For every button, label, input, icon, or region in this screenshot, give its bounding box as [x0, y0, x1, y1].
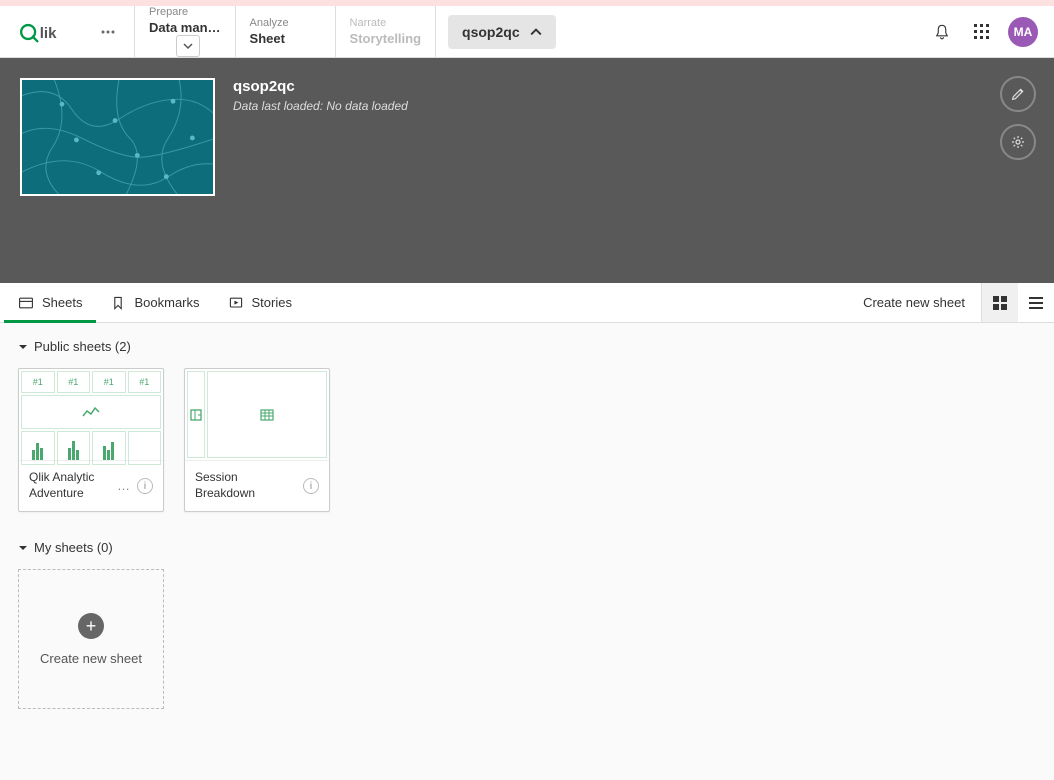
sheet-title: Session Breakdown	[195, 470, 297, 501]
qlik-logo-svg: lik	[20, 20, 78, 44]
app-settings-button[interactable]	[1000, 124, 1036, 160]
caret-down-icon	[18, 543, 28, 553]
kpi-tile: #1	[92, 371, 126, 393]
nav-analyze-sup: Analyze	[250, 17, 321, 29]
app-title: qsop2qc	[233, 78, 408, 95]
app-header: qsop2qc Data last loaded: No data loaded	[0, 58, 1054, 283]
qlik-logo[interactable]: lik	[0, 6, 90, 57]
public-sheets-section-header[interactable]: Public sheets (2)	[18, 339, 1036, 354]
app-dropdown-button[interactable]: qsop2qc	[448, 15, 556, 49]
grid-icon	[973, 23, 991, 41]
bar-chart-icon	[57, 431, 91, 465]
sheet-preview: #1 #1 #1 #1	[19, 369, 163, 461]
my-sheets-section-header[interactable]: My sheets (0)	[18, 540, 1036, 555]
kpi-tile: #1	[57, 371, 91, 393]
bell-icon	[933, 23, 951, 41]
filter-pane-icon	[187, 371, 205, 458]
app-launcher-button[interactable]	[962, 6, 1002, 57]
app-data-load-status: Data last loaded: No data loaded	[233, 99, 408, 113]
info-icon[interactable]: i	[303, 478, 319, 494]
sheets-content-area: Public sheets (2) #1 #1 #1 #1 Qlik Analy…	[0, 323, 1054, 780]
more-horizontal-icon	[100, 24, 116, 40]
subtab-sheets[interactable]: Sheets	[4, 283, 96, 322]
subtab-stories-label: Stories	[252, 295, 292, 310]
subtab-stories[interactable]: Stories	[214, 283, 306, 322]
line-chart-icon	[21, 395, 161, 429]
chevron-up-icon	[530, 26, 542, 38]
svg-text:lik: lik	[40, 24, 57, 41]
create-new-sheet-card[interactable]: + Create new sheet	[18, 569, 164, 709]
workflow-tabs: Prepare Data man… Analyze Sheet Narrate …	[134, 6, 436, 57]
nav-tab-analyze[interactable]: Analyze Sheet	[235, 6, 335, 57]
bar-chart-icon	[92, 431, 126, 465]
sheet-card-session-breakdown[interactable]: Session Breakdown i	[184, 368, 330, 512]
subtab-bookmarks-label: Bookmarks	[134, 295, 199, 310]
nav-tab-narrate[interactable]: Narrate Storytelling	[335, 6, 437, 57]
sheets-sub-nav: Sheets Bookmarks Stories Create new shee…	[0, 283, 1054, 323]
edit-app-button[interactable]	[1000, 76, 1036, 112]
kpi-tile: #1	[21, 371, 55, 393]
header-action-buttons	[1000, 76, 1036, 160]
list-view-button[interactable]	[1018, 283, 1054, 322]
public-sheets-row: #1 #1 #1 #1 Qlik Analytic Adventure … i	[18, 368, 1036, 512]
app-thumbnail	[20, 78, 215, 196]
sheet-card-more-button[interactable]: …	[117, 478, 131, 495]
sheet-preview	[185, 369, 329, 461]
nav-narrate-sup: Narrate	[350, 17, 422, 29]
notifications-button[interactable]	[922, 6, 962, 57]
app-info: qsop2qc Data last loaded: No data loaded	[233, 78, 408, 263]
sheet-card-qlik-analytic-adventure[interactable]: #1 #1 #1 #1 Qlik Analytic Adventure … i	[18, 368, 164, 512]
gear-icon	[1010, 134, 1026, 150]
kpi-tile: #1	[128, 371, 162, 393]
pencil-icon	[1010, 86, 1026, 102]
plus-circle-icon: +	[78, 613, 104, 639]
nav-tab-prepare[interactable]: Prepare Data man…	[134, 6, 235, 57]
public-sheets-label: Public sheets (2)	[34, 339, 131, 354]
grid-view-icon	[992, 295, 1008, 311]
sheets-icon	[18, 295, 34, 311]
subtab-bookmarks[interactable]: Bookmarks	[96, 283, 213, 322]
my-sheets-label: My sheets (0)	[34, 540, 113, 555]
empty-tile	[128, 431, 162, 465]
top-nav-bar: lik Prepare Data man… Analyze Sheet Narr…	[0, 6, 1054, 58]
thumbnail-artwork	[22, 80, 213, 194]
list-view-icon	[1028, 295, 1044, 311]
prepare-dropdown-button[interactable]	[176, 35, 200, 57]
bookmark-icon	[110, 295, 126, 311]
caret-down-icon	[18, 342, 28, 352]
stories-icon	[228, 295, 244, 311]
my-sheets-row: + Create new sheet	[18, 569, 1036, 709]
bar-chart-icon	[21, 431, 55, 465]
grid-view-button[interactable]	[982, 283, 1018, 322]
create-card-label: Create new sheet	[40, 651, 142, 666]
nav-analyze-main: Sheet	[250, 31, 321, 46]
sheet-title: Qlik Analytic Adventure	[29, 470, 111, 501]
view-toggle	[981, 283, 1054, 322]
nav-narrate-main: Storytelling	[350, 31, 422, 46]
chevron-down-icon	[183, 41, 193, 51]
table-icon	[207, 371, 327, 458]
nav-prepare-main: Data man…	[149, 20, 221, 35]
user-avatar[interactable]: MA	[1008, 17, 1038, 47]
subtab-sheets-label: Sheets	[42, 295, 82, 310]
create-new-sheet-link[interactable]: Create new sheet	[847, 283, 981, 322]
global-menu-button[interactable]	[90, 6, 126, 57]
app-dropdown-label: qsop2qc	[462, 24, 520, 40]
info-icon[interactable]: i	[137, 478, 153, 494]
nav-prepare-sup: Prepare	[149, 6, 221, 18]
